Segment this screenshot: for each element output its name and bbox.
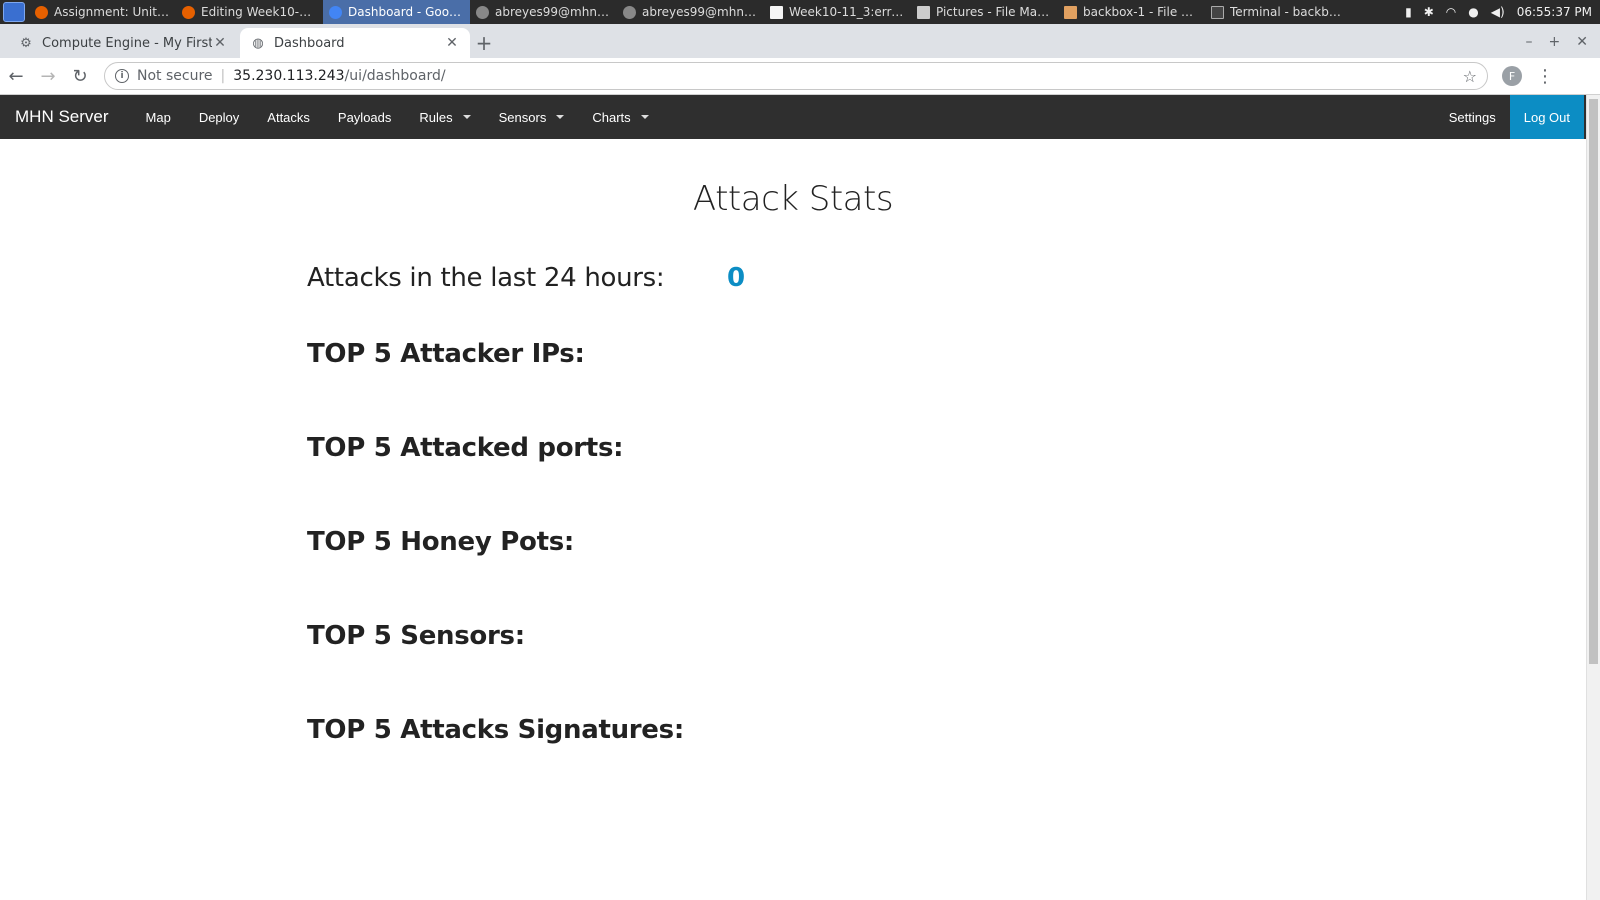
page-title: Attack Stats	[692, 179, 894, 219]
caret-down-icon	[462, 115, 471, 119]
taskbar-item-image-error[interactable]: Week10-11_3:error...	[764, 0, 911, 24]
page-scrollbar[interactable]	[1586, 95, 1600, 900]
close-window-button[interactable]: ✕	[1576, 34, 1588, 50]
terminal-app-icon	[476, 5, 489, 19]
taskbar-item-assignment[interactable]: Assignment: Unit 1...	[29, 0, 176, 24]
terminal-icon	[1211, 5, 1224, 19]
globe-icon: ◍	[252, 35, 264, 51]
nav-rules-dropdown[interactable]: Rules	[405, 95, 484, 139]
start-menu-button[interactable]	[3, 2, 25, 22]
caret-down-icon	[556, 115, 565, 119]
top-attacker-ips-heading: TOP 5 Attacker IPs:	[307, 339, 585, 369]
taskbar-item-ssh-h[interactable]: abreyes99@mhn-h...	[470, 0, 617, 24]
menu-dots-icon[interactable]: ⋮	[1536, 66, 1554, 87]
nav-sensors-label: Sensors	[498, 109, 547, 125]
dashboard-content: Attack Stats Attacks in the last 24 hour…	[0, 179, 1586, 745]
nav-right: Settings Log Out	[1435, 95, 1584, 139]
attacks-24h-value: 0	[727, 263, 746, 293]
image-viewer-icon	[770, 5, 783, 19]
close-icon[interactable]: ✕	[212, 35, 228, 51]
top-sensors-heading: TOP 5 Sensors:	[307, 621, 525, 651]
tab-title: Dashboard	[274, 35, 345, 51]
gcp-favicon-icon: ⚙	[20, 35, 32, 51]
divider: |	[220, 68, 226, 84]
maximize-button[interactable]: +	[1549, 34, 1561, 50]
mhn-navbar: MHN Server Map Deploy Attacks Payloads R…	[0, 95, 1600, 139]
tab-dashboard[interactable]: ◍ Dashboard ✕	[240, 28, 470, 58]
forward-arrow-icon[interactable]: →	[32, 66, 64, 87]
file-manager-icon	[917, 5, 930, 19]
bookmark-star-icon[interactable]: ☆	[1463, 67, 1477, 86]
page-viewport: MHN Server Map Deploy Attacks Payloads R…	[0, 95, 1600, 900]
address-bar[interactable]: i Not secure | 35.230.113.243/ui/dashboa…	[104, 62, 1488, 90]
url-path: /ui/dashboard/	[344, 68, 446, 84]
nav-sensors-dropdown[interactable]: Sensors	[485, 95, 579, 139]
taskbar-item-backbox-files[interactable]: backbox-1 - File Ma...	[1058, 0, 1205, 24]
url-host: 35.230.113.243	[233, 68, 345, 84]
info-icon[interactable]: i	[115, 69, 129, 83]
new-tab-button[interactable]: +	[470, 28, 498, 58]
nav-settings[interactable]: Settings	[1435, 95, 1510, 139]
os-taskbar: Assignment: Unit 1... Editing Week10-11-…	[0, 0, 1600, 24]
top-attacked-ports-heading: TOP 5 Attacked ports:	[307, 433, 624, 463]
attacks-24h-row: Attacks in the last 24 hours: 0	[307, 263, 1586, 293]
chrome-icon	[329, 5, 342, 19]
caret-down-icon	[640, 115, 649, 119]
close-icon[interactable]: ✕	[444, 35, 460, 51]
firefox-icon	[35, 5, 48, 19]
browser-tabstrip: ⚙ Compute Engine - My First Proje ✕ ◍ Da…	[0, 24, 1600, 58]
nav-attacks[interactable]: Attacks	[253, 95, 324, 139]
firefox-icon	[182, 5, 195, 19]
tab-title: Compute Engine - My First Proje	[42, 35, 212, 51]
brand-link[interactable]: MHN Server	[0, 107, 124, 127]
taskbar-item-ssh-a[interactable]: abreyes99@mhn-a...	[617, 0, 764, 24]
top-attack-signatures-heading: TOP 5 Attacks Signatures:	[307, 715, 684, 745]
bluetooth-icon[interactable]: ✱	[1424, 5, 1434, 19]
nav-map[interactable]: Map	[132, 95, 185, 139]
taskbar-item-terminal[interactable]: Terminal - backbox-...	[1205, 0, 1352, 24]
taskbar-item-dashboard[interactable]: Dashboard - Googl...	[323, 0, 470, 24]
logout-button[interactable]: Log Out	[1509, 95, 1584, 139]
battery-icon[interactable]: ▮	[1405, 5, 1412, 19]
notification-icon[interactable]: ●	[1468, 5, 1478, 19]
attacks-24h-label: Attacks in the last 24 hours:	[307, 263, 665, 293]
nav-deploy[interactable]: Deploy	[185, 95, 253, 139]
nav-payloads[interactable]: Payloads	[324, 95, 405, 139]
volume-icon[interactable]: ◀)	[1491, 5, 1505, 19]
reload-icon[interactable]: ↻	[64, 66, 96, 87]
terminal-app-icon	[623, 5, 636, 19]
not-secure-label: Not secure	[137, 68, 213, 84]
nav-charts-dropdown[interactable]: Charts	[578, 95, 662, 139]
nav-rules-label: Rules	[419, 109, 453, 125]
wifi-icon[interactable]: ◠	[1446, 5, 1456, 19]
scrollbar-thumb[interactable]	[1589, 99, 1598, 664]
taskbar-item-editing[interactable]: Editing Week10-11-...	[176, 0, 323, 24]
home-folder-icon	[1064, 5, 1077, 19]
tab-compute-engine[interactable]: ⚙ Compute Engine - My First Proje ✕	[8, 28, 238, 58]
nav-charts-label: Charts	[592, 109, 631, 125]
system-tray: ▮ ✱ ◠ ● ◀) 06:55:37 PM	[1405, 5, 1600, 19]
taskbar-item-pictures[interactable]: Pictures - File Mana...	[911, 0, 1058, 24]
browser-toolbar: ← → ↻ i Not secure | 35.230.113.243/ui/d…	[0, 58, 1600, 95]
window-controls: – + ✕	[1526, 34, 1600, 58]
top-honey-pots-heading: TOP 5 Honey Pots:	[307, 527, 574, 557]
profile-avatar[interactable]: F	[1502, 66, 1522, 86]
minimize-button[interactable]: –	[1526, 34, 1533, 50]
clock[interactable]: 06:55:37 PM	[1517, 5, 1592, 19]
back-arrow-icon[interactable]: ←	[0, 66, 32, 87]
